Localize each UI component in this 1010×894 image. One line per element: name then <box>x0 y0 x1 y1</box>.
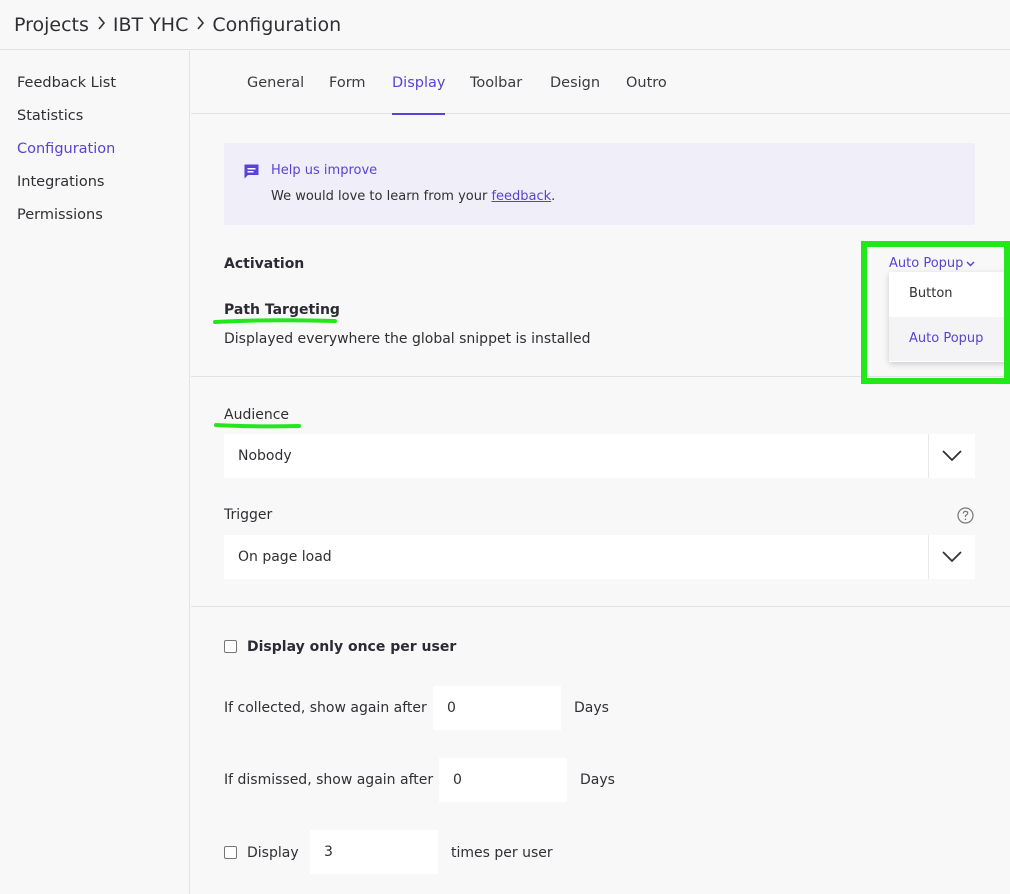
activation-mode-menu: Button Auto Popup <box>889 272 1010 362</box>
chevron-right-icon <box>97 15 106 34</box>
chevron-down-icon <box>942 551 962 563</box>
activation-title: Activation <box>224 256 305 272</box>
breadcrumb-current: Configuration <box>212 13 342 36</box>
notice-text: We would love to learn from your feedbac… <box>271 189 555 204</box>
audience-select[interactable]: Nobody <box>224 434 975 478</box>
audience-dropdown-arrow[interactable] <box>928 434 975 478</box>
section-divider <box>191 376 1010 377</box>
sidebar-item-statistics[interactable]: Statistics <box>17 106 83 126</box>
display-times-checkbox[interactable] <box>224 846 237 859</box>
activation-mode-value: Auto Popup <box>889 256 964 271</box>
chevron-down-icon <box>942 450 962 462</box>
display-once-label: Display only once per user <box>247 639 457 655</box>
sidebar-item-integrations[interactable]: Integrations <box>17 172 104 192</box>
display-times-label: Display <box>247 845 299 861</box>
display-once-checkbox[interactable] <box>224 640 237 653</box>
tab-design[interactable]: Design <box>550 51 600 114</box>
trigger-select[interactable]: On page load <box>224 535 975 579</box>
tab-bar: General Form Display Toolbar Design Outr… <box>191 51 1010 115</box>
trigger-value: On page load <box>238 549 332 565</box>
sidebar-item-feedback-list[interactable]: Feedback List <box>17 73 116 93</box>
collected-label: If collected, show again after <box>224 700 427 716</box>
feedback-notice: Help us improve We would love to learn f… <box>224 143 975 225</box>
breadcrumb-project[interactable]: IBT YHC <box>113 14 188 36</box>
tab-form[interactable]: Form <box>329 51 366 114</box>
activation-mode-toggle[interactable]: Auto Popup <box>889 255 975 273</box>
sidebar: Feedback List Statistics Configuration I… <box>0 51 190 894</box>
chat-message-icon <box>244 164 259 179</box>
audience-label: Audience <box>224 407 290 423</box>
tab-display[interactable]: Display <box>392 51 446 115</box>
tab-outro[interactable]: Outro <box>626 51 667 114</box>
dismissed-unit: Days <box>580 772 615 788</box>
collected-days-input[interactable] <box>433 686 561 730</box>
dismissed-days-input[interactable] <box>439 758 567 802</box>
section-divider <box>191 606 1010 607</box>
chevron-right-icon <box>196 15 205 34</box>
tab-general[interactable]: General <box>247 51 304 114</box>
trigger-label: Trigger <box>224 507 273 523</box>
notice-text-prefix: We would love to learn from your <box>271 189 492 204</box>
breadcrumb: Projects IBT YHC Configuration <box>0 0 1010 50</box>
notice-title: Help us improve <box>271 163 378 178</box>
sidebar-item-permissions[interactable]: Permissions <box>17 205 103 225</box>
sidebar-item-configuration[interactable]: Configuration <box>17 139 115 159</box>
activation-option-auto-popup[interactable]: Auto Popup <box>889 317 1010 361</box>
chevron-down-icon <box>966 260 975 267</box>
activation-option-button[interactable]: Button <box>889 272 1010 316</box>
collected-unit: Days <box>574 700 609 716</box>
display-times-unit: times per user <box>451 845 553 861</box>
display-times-input[interactable] <box>310 830 438 874</box>
notice-text-suffix: . <box>551 189 556 204</box>
trigger-dropdown-arrow[interactable] <box>928 535 975 579</box>
breadcrumb-projects[interactable]: Projects <box>14 14 89 36</box>
tab-toolbar[interactable]: Toolbar <box>470 51 522 114</box>
path-targeting-description: Displayed everywhere the global snippet … <box>224 331 591 347</box>
path-targeting-title: Path Targeting <box>224 302 340 318</box>
help-icon[interactable] <box>957 507 974 524</box>
dismissed-label: If dismissed, show again after <box>224 772 434 788</box>
feedback-link[interactable]: feedback <box>491 189 551 204</box>
audience-value: Nobody <box>238 448 292 464</box>
